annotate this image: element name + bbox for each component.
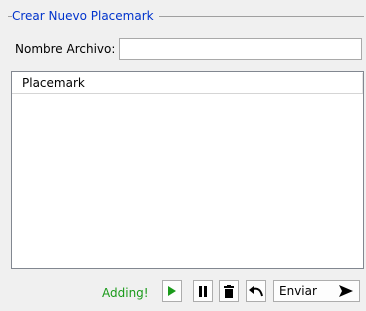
trash-icon xyxy=(224,284,234,298)
name-label: Nombre Archivo: xyxy=(15,42,116,56)
list-header: Placemark xyxy=(12,72,363,94)
delete-button[interactable] xyxy=(219,280,239,302)
pause-button[interactable] xyxy=(193,280,213,302)
undo-button[interactable] xyxy=(246,280,266,302)
column-header-placemark[interactable]: Placemark xyxy=(12,72,363,93)
play-button[interactable] xyxy=(162,280,182,302)
placemark-list[interactable]: Placemark xyxy=(11,71,364,269)
name-input[interactable] xyxy=(119,38,362,60)
undo-icon xyxy=(249,285,263,296)
send-arrow-icon xyxy=(339,285,353,297)
send-label: Enviar xyxy=(279,284,317,298)
group-title: Crear Nuevo Placemark xyxy=(12,9,159,23)
status-text: Adding! xyxy=(102,286,149,300)
pause-icon xyxy=(199,285,207,297)
play-icon xyxy=(168,286,176,296)
send-button[interactable]: Enviar xyxy=(273,280,360,302)
